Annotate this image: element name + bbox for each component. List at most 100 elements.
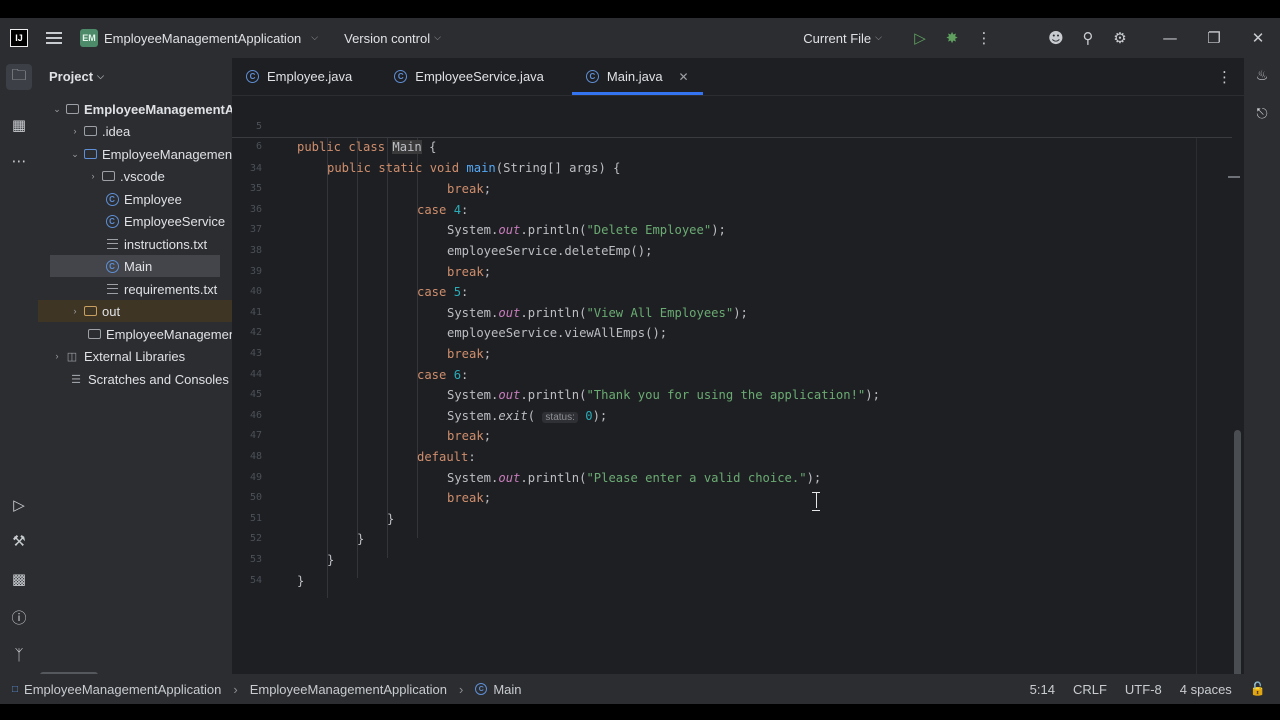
main-menu-icon[interactable] bbox=[46, 32, 62, 44]
tree-item-requirements[interactable]: requirements.txt bbox=[104, 278, 217, 300]
tree-item-employee[interactable]: C Employee bbox=[104, 188, 182, 210]
code-text: } bbox=[297, 573, 305, 588]
sticky-lines[interactable]: 5 public class Main { 6 public static vo… bbox=[232, 96, 1232, 175]
code-line: 44 System.out.println("Thank you for usi… bbox=[232, 344, 1232, 403]
code-line: 6 public static void main(String[] args)… bbox=[232, 117, 1232, 175]
close-tab-icon[interactable]: ✕ bbox=[679, 70, 689, 84]
module-file-icon bbox=[86, 327, 102, 341]
file-encoding[interactable]: UTF-8 bbox=[1125, 682, 1162, 697]
run-config-selector[interactable]: Current File ⌵ bbox=[803, 31, 882, 46]
tree-item-label: instructions.txt bbox=[124, 236, 208, 252]
git-tool-icon[interactable]: ᛉ bbox=[6, 642, 32, 668]
chevron-right-icon[interactable]: › bbox=[68, 306, 82, 316]
tree-item-label: EmployeeManagementApplication bbox=[84, 101, 232, 117]
tab-employee-java[interactable]: C Employee.java bbox=[232, 58, 366, 95]
project-badge: EM bbox=[80, 29, 98, 47]
tree-item-vscode[interactable]: › .vscode bbox=[86, 165, 165, 187]
chevron-down-icon[interactable]: ⌄ bbox=[50, 104, 64, 115]
text-file-icon bbox=[104, 237, 120, 251]
minimize-icon[interactable]: — bbox=[1148, 29, 1192, 47]
tree-item-external-libraries[interactable]: › ◫ External Libraries bbox=[50, 345, 186, 367]
breadcrumb-item[interactable]: EmployeeManagementApplication bbox=[250, 682, 447, 697]
project-panel: Project ⌵ ⌄ EmployeeManagementApplicatio… bbox=[38, 58, 232, 684]
breadcrumb-item[interactable]: EmployeeManagementApplication bbox=[24, 682, 221, 697]
project-name: EmployeeManagementApplication bbox=[104, 30, 302, 46]
code-line: 37 employeeService.deleteEmp(); bbox=[232, 200, 1232, 258]
services-tool-icon[interactable]: ▷ bbox=[6, 492, 32, 518]
run-icon[interactable]: ▷ bbox=[904, 29, 936, 47]
run-config-label: Current File bbox=[803, 30, 872, 46]
tree-item-main[interactable]: C Main bbox=[50, 255, 220, 277]
code-text: public class Main { bbox=[297, 140, 437, 155]
chevron-down-icon: ⌵ bbox=[311, 33, 319, 43]
code-text: public static void main(String[] args) { bbox=[327, 160, 621, 175]
left-tool-strip: 🗀 ▦ ⋯ ▷ ⚒ ▩ ⓘ ᛉ bbox=[0, 58, 38, 684]
tab-employeeservice-java[interactable]: C EmployeeService.java bbox=[380, 58, 558, 95]
tree-item-label: EmployeeManagementApplication.iml bbox=[106, 326, 232, 342]
chevron-right-icon[interactable]: › bbox=[86, 171, 100, 181]
tab-main-java[interactable]: C Main.java ✕ bbox=[571, 58, 703, 95]
caret-position[interactable]: 5:14 bbox=[1030, 682, 1055, 697]
tree-item-label: Employee bbox=[124, 191, 182, 207]
chevron-right-icon[interactable]: › bbox=[50, 351, 64, 361]
indent-setting[interactable]: 4 spaces bbox=[1180, 682, 1232, 697]
tree-item-label: out bbox=[102, 303, 121, 319]
project-tool-icon[interactable]: 🗀 bbox=[6, 64, 32, 90]
code-line: 51 } bbox=[232, 488, 1232, 547]
module-icon: □ bbox=[12, 683, 19, 695]
ide-window: IJ EM EmployeeManagementApplication ⌵ Ve… bbox=[0, 18, 1280, 704]
settings-icon[interactable]: ⚙ bbox=[1104, 29, 1136, 47]
tree-item-label: .vscode bbox=[120, 168, 165, 184]
tree-item-scratches[interactable]: ☰ Scratches and Consoles bbox=[68, 368, 229, 390]
vertical-scrollbar[interactable] bbox=[1234, 430, 1241, 690]
tree-item-instructions[interactable]: instructions.txt bbox=[104, 233, 207, 255]
breadcrumb-item[interactable]: Main bbox=[493, 682, 521, 697]
tree-item-label: Scratches and Consoles bbox=[88, 371, 229, 387]
project-panel-header[interactable]: Project ⌵ bbox=[38, 58, 232, 94]
read-only-lock-icon[interactable]: 🔓 bbox=[1250, 681, 1266, 697]
folder-icon bbox=[82, 124, 98, 138]
chevron-down-icon[interactable]: ⌄ bbox=[68, 149, 82, 160]
tree-item-module[interactable]: ⌄ EmployeeManagementApplication bbox=[68, 143, 232, 165]
search-icon[interactable]: ⚲ bbox=[1072, 29, 1104, 47]
java-class-icon: C bbox=[104, 192, 120, 206]
tree-item-project-root[interactable]: ⌄ EmployeeManagementApplication bbox=[50, 98, 232, 120]
code-editor[interactable]: 5 public class Main { 6 public static vo… bbox=[232, 96, 1232, 684]
tree-item-iml[interactable]: EmployeeManagementApplication.iml bbox=[86, 323, 232, 345]
terminal-tool-icon[interactable]: ▩ bbox=[6, 566, 32, 592]
version-control-menu[interactable]: Version control ⌵ bbox=[344, 31, 441, 46]
more-actions-icon[interactable]: ⋮ bbox=[968, 29, 1000, 47]
project-switcher[interactable]: EM EmployeeManagementApplication ⌵ bbox=[80, 29, 318, 47]
tabs-menu-icon[interactable]: ⋮ bbox=[1217, 68, 1232, 86]
folder-icon bbox=[100, 169, 116, 183]
java-class-icon: C bbox=[394, 70, 408, 83]
chevron-right-icon[interactable]: › bbox=[68, 126, 82, 136]
build-tool-icon[interactable]: ⚒ bbox=[6, 528, 32, 554]
notifications-icon[interactable]: ♨ bbox=[1250, 64, 1274, 88]
problems-tool-icon[interactable]: ⓘ bbox=[6, 604, 32, 630]
intellij-logo-icon[interactable]: IJ bbox=[10, 29, 28, 47]
restore-icon[interactable]: ❐ bbox=[1192, 29, 1236, 47]
structure-tool-icon[interactable]: ▦ bbox=[6, 112, 32, 138]
more-tools-icon[interactable]: ⋯ bbox=[6, 148, 32, 174]
code-line: 36 System.out.println("Delete Employee")… bbox=[232, 179, 1232, 238]
code-with-me-icon[interactable]: ☻ bbox=[1040, 29, 1072, 47]
library-icon: ◫ bbox=[66, 350, 78, 363]
title-bar: IJ EM EmployeeManagementApplication ⌵ Ve… bbox=[0, 18, 1280, 58]
code-line: 53 } bbox=[232, 529, 1232, 588]
tree-item-out[interactable]: › out bbox=[38, 300, 232, 322]
ai-assistant-icon[interactable]: ⎋ bbox=[1250, 102, 1274, 126]
close-icon[interactable]: ✕ bbox=[1236, 29, 1280, 47]
java-class-icon: C bbox=[585, 70, 599, 83]
tree-item-idea[interactable]: › .idea bbox=[68, 120, 131, 142]
tree-item-label: requirements.txt bbox=[124, 281, 218, 297]
folder-icon bbox=[64, 102, 80, 116]
editor-tabs: C Employee.java C EmployeeService.java C… bbox=[232, 58, 1280, 96]
tree-item-employeeservice[interactable]: C EmployeeService bbox=[104, 210, 225, 232]
chevron-down-icon: ⌵ bbox=[434, 33, 441, 43]
line-separator[interactable]: CRLF bbox=[1073, 682, 1107, 697]
status-bar: □ EmployeeManagementApplication › Employ… bbox=[0, 674, 1280, 704]
project-panel-title: Project bbox=[49, 68, 94, 84]
debug-icon[interactable]: ✸ bbox=[936, 29, 968, 47]
folder-icon bbox=[82, 304, 98, 318]
